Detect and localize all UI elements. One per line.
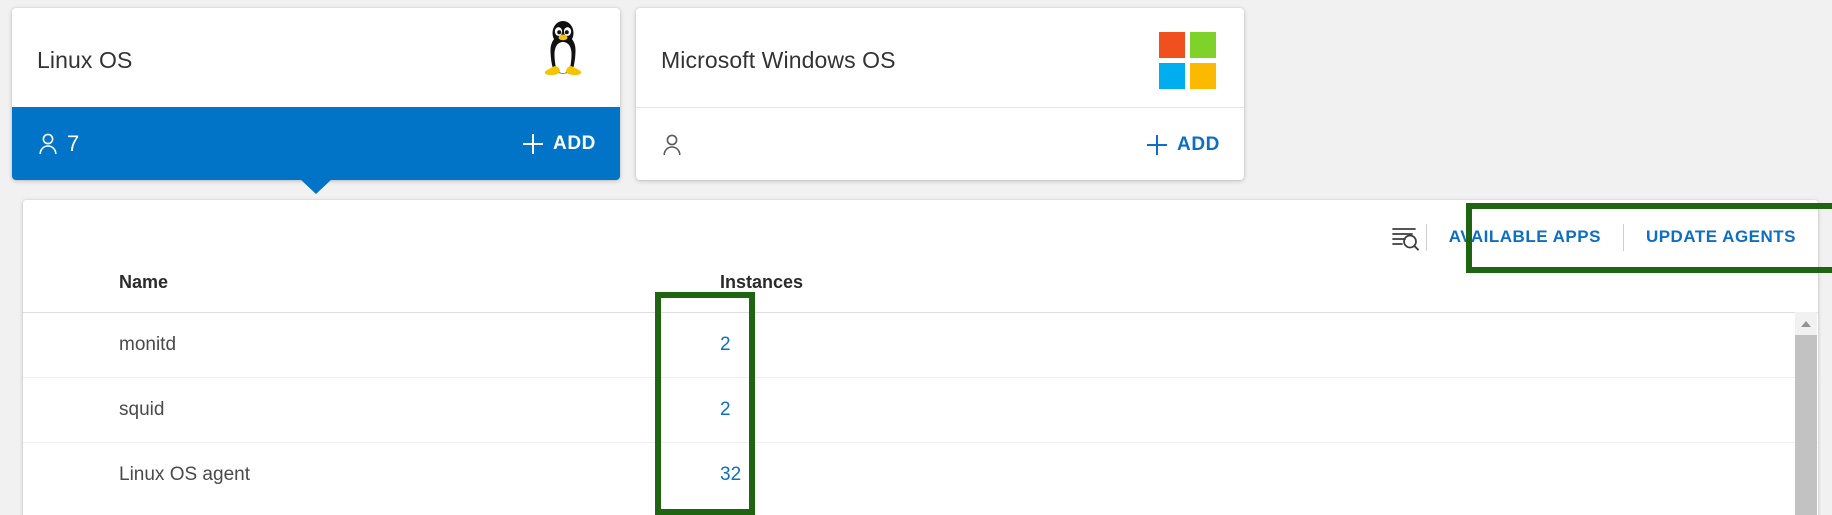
os-card-header: Linux OS <box>12 8 620 107</box>
add-linux-button[interactable]: ADD <box>523 133 596 155</box>
ms-square-yellow <box>1190 63 1216 89</box>
app-root: Linux OS 7 ADD Microsoft Windows OS ADD … <box>0 0 1832 515</box>
person-icon <box>39 133 57 154</box>
apps-table: Name Instances monitd 2 squid 2 Linux OS… <box>23 256 1818 507</box>
os-card-footer: ADD <box>636 107 1244 180</box>
os-card-title: Microsoft Windows OS <box>661 47 896 73</box>
column-header-instances[interactable]: Instances <box>720 272 803 293</box>
add-windows-button[interactable]: ADD <box>1147 134 1220 156</box>
os-cards-row: Linux OS 7 ADD Microsoft Windows OS ADD <box>0 0 1832 195</box>
scrollbar-thumb[interactable] <box>1795 335 1817 515</box>
table-vertical-scrollbar[interactable] <box>1795 312 1817 515</box>
instance-count-linux: 7 <box>38 131 79 157</box>
ms-square-red <box>1159 32 1185 58</box>
update-agents-button[interactable]: UPDATE AGENTS <box>1624 227 1818 247</box>
cell-name: monitd <box>119 334 177 355</box>
apps-detail-panel: AVAILABLE APPS UPDATE AGENTS Name Instan… <box>23 200 1818 515</box>
cell-instances[interactable]: 2 <box>720 334 731 356</box>
plus-icon <box>1147 134 1168 155</box>
os-card-linux[interactable]: Linux OS 7 ADD <box>12 8 620 180</box>
column-header-name[interactable]: Name <box>119 272 168 293</box>
cell-instances[interactable]: 2 <box>720 399 731 421</box>
plus-icon <box>523 133 544 154</box>
cell-name: squid <box>119 399 165 420</box>
cell-instances[interactable]: 32 <box>720 464 741 486</box>
ms-square-green <box>1190 32 1216 58</box>
add-button-label: ADD <box>1177 133 1220 155</box>
os-card-title: Linux OS <box>37 47 133 73</box>
microsoft-windows-icon <box>1159 32 1216 89</box>
person-icon <box>663 134 681 155</box>
selected-card-caret <box>299 178 333 194</box>
table-row[interactable]: Linux OS agent 32 <box>23 443 1818 507</box>
available-apps-button[interactable]: AVAILABLE APPS <box>1427 227 1623 247</box>
ms-square-blue <box>1159 63 1185 89</box>
add-button-label: ADD <box>553 132 596 154</box>
instance-count-windows <box>662 134 691 156</box>
os-card-count-value: 7 <box>67 130 80 156</box>
table-header-row: Name Instances <box>23 256 1818 313</box>
scroll-up-arrow-icon[interactable] <box>1795 312 1817 335</box>
filter-search-icon[interactable] <box>1390 223 1420 251</box>
table-row[interactable]: squid 2 <box>23 378 1818 443</box>
os-card-footer: 7 ADD <box>12 107 620 180</box>
os-card-header: Microsoft Windows OS <box>636 8 1244 107</box>
table-row[interactable]: monitd 2 <box>23 313 1818 378</box>
os-card-windows[interactable]: Microsoft Windows OS ADD <box>636 8 1244 180</box>
linux-penguin-icon <box>540 20 586 78</box>
cell-name: Linux OS agent <box>119 464 250 485</box>
